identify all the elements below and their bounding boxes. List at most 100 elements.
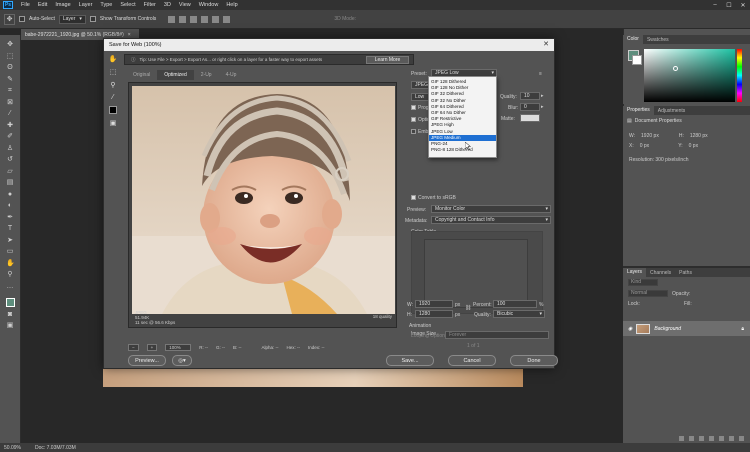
align-top-icon[interactable] <box>201 15 209 23</box>
menu-type[interactable]: Type <box>96 2 116 8</box>
shape-tool-icon[interactable]: ▭ <box>6 248 14 256</box>
menu-view[interactable]: View <box>175 2 195 8</box>
preview-select[interactable]: Monitor Color ▾ <box>431 205 551 213</box>
transform-controls-checkbox[interactable] <box>89 16 96 22</box>
format-select[interactable]: JPEG <box>411 81 429 89</box>
align-middle-icon[interactable] <box>212 15 220 23</box>
quality-level-select[interactable]: Low <box>411 93 429 101</box>
dodge-tool-icon[interactable]: ◐ <box>6 202 14 210</box>
zoom-out-button[interactable]: − <box>128 344 139 351</box>
close-icon[interactable]: ✕ <box>543 40 549 48</box>
tab-optimized[interactable]: Optimized <box>157 70 194 80</box>
move-tool-icon[interactable]: ✥ <box>6 41 14 49</box>
blur-input[interactable]: 0 <box>520 103 540 111</box>
x-value[interactable]: 0 px <box>640 143 649 149</box>
align-right-icon[interactable] <box>190 15 198 23</box>
layer-filter-select[interactable]: Kind <box>628 279 658 286</box>
zoom-tool-icon[interactable]: ⚲ <box>110 81 115 89</box>
eraser-tool-icon[interactable]: ▱ <box>6 168 14 176</box>
move-tool-icon[interactable]: ✥ <box>4 13 15 25</box>
blur-tool-icon[interactable]: ● <box>6 191 14 199</box>
blend-mode-select[interactable]: Normal <box>628 290 668 297</box>
menu-image[interactable]: Image <box>51 2 74 8</box>
tab-original[interactable]: Original <box>126 70 157 80</box>
screen-mode-icon[interactable]: ▣ <box>6 322 14 330</box>
stamp-tool-icon[interactable]: ♙ <box>6 145 14 153</box>
eyedropper-tool-icon[interactable]: ⁄ <box>112 94 113 101</box>
foreground-color-swatch[interactable] <box>5 298 15 307</box>
menu-file[interactable]: File <box>17 2 34 8</box>
layer-row-background[interactable]: ◉ Background 🔒︎ <box>623 321 750 336</box>
eye-icon[interactable]: ◉ <box>628 326 632 332</box>
tab-4up[interactable]: 4-Up <box>219 70 244 80</box>
chain-link-icon[interactable]: ⛓ <box>465 305 471 311</box>
tab-properties[interactable]: Properties <box>623 106 654 115</box>
matte-color-select[interactable] <box>520 114 540 122</box>
w-value[interactable]: 1920 px <box>641 133 659 139</box>
hue-slider[interactable] <box>737 49 742 102</box>
isize-quality-select[interactable]: Bicubic ▾ <box>493 310 545 318</box>
menu-edit[interactable]: Edit <box>34 2 51 8</box>
hand-tool-icon[interactable]: ✋ <box>109 55 118 63</box>
looping-select[interactable]: Forever <box>445 331 549 339</box>
brush-tool-icon[interactable]: ✐ <box>6 133 14 141</box>
maximize-button[interactable]: ☐ <box>722 0 736 10</box>
isize-w-input[interactable]: 1920 <box>415 300 453 308</box>
align-bottom-icon[interactable] <box>223 15 231 23</box>
align-center-icon[interactable] <box>179 15 187 23</box>
preview-button[interactable]: Preview... <box>128 355 166 366</box>
frame-tool-icon[interactable]: ⊠ <box>6 99 14 107</box>
folder-icon[interactable] <box>719 436 724 441</box>
align-left-icon[interactable] <box>168 15 176 23</box>
color-picker-field[interactable] <box>644 49 735 102</box>
tab-paths[interactable]: Paths <box>675 270 696 276</box>
menu-icon[interactable]: ≡ <box>539 71 542 77</box>
zoom-level[interactable]: 50.09% <box>4 445 21 451</box>
quality-input[interactable]: 10 <box>520 92 540 100</box>
zoom-in-button[interactable]: + <box>146 344 158 351</box>
type-tool-icon[interactable]: T <box>6 225 14 233</box>
gradient-tool-icon[interactable]: ▤ <box>6 179 14 187</box>
slice-select-tool-icon[interactable]: ⬚ <box>110 68 117 76</box>
preset-dropdown-list[interactable]: GIF 128 Dithered GIF 128 No Dither GIF 3… <box>428 76 497 158</box>
h-value[interactable]: 1280 px <box>690 133 708 139</box>
browser-select[interactable]: ◎▾ <box>172 355 192 366</box>
tab-color[interactable]: Color <box>623 35 643 44</box>
new-layer-icon[interactable] <box>729 436 734 441</box>
eyedropper-color-swatch[interactable] <box>109 106 117 114</box>
fx-icon[interactable] <box>689 436 694 441</box>
y-value[interactable]: 0 px <box>689 143 698 149</box>
menu-layer[interactable]: Layer <box>75 2 97 8</box>
adjustment-icon[interactable] <box>709 436 714 441</box>
quick-select-tool-icon[interactable]: ✎ <box>6 76 14 84</box>
metadata-select[interactable]: Copyright and Contact Info ▾ <box>431 216 551 224</box>
more-tools-icon[interactable]: … <box>6 283 14 291</box>
background-swatch[interactable] <box>632 55 642 65</box>
toggle-slices-icon[interactable]: ▣ <box>110 119 117 127</box>
trash-icon[interactable] <box>739 436 744 441</box>
crop-tool-icon[interactable]: ⌗ <box>6 87 14 95</box>
pen-tool-icon[interactable]: ✒ <box>6 214 14 222</box>
menu-window[interactable]: Window <box>195 2 223 8</box>
eyedropper-tool-icon[interactable]: ⁄ <box>6 110 14 118</box>
menu-select[interactable]: Select <box>116 2 139 8</box>
lasso-tool-icon[interactable]: ʘ <box>6 64 14 72</box>
isize-h-input[interactable]: 1280 <box>415 310 453 318</box>
quality-stepper-icon[interactable]: ▸ <box>541 93 544 99</box>
menu-help[interactable]: Help <box>222 2 241 8</box>
quick-mask-icon[interactable]: ◙ <box>6 311 14 319</box>
link-icon[interactable] <box>679 436 684 441</box>
close-window-button[interactable]: ✕ <box>736 0 750 10</box>
zoom-select[interactable]: 100% <box>165 344 192 351</box>
preset-option[interactable]: PNG-8 128 Dithered <box>429 147 496 153</box>
optimized-preview-pane[interactable]: JPEG 51.94K 11 sec @ 56.6 Kbps 18 qualit… <box>128 82 397 328</box>
tab-swatches[interactable]: Swatches <box>643 37 673 43</box>
healing-tool-icon[interactable]: ✚ <box>6 122 14 130</box>
auto-select-checkbox[interactable] <box>19 16 25 22</box>
history-brush-tool-icon[interactable]: ↺ <box>6 156 14 164</box>
close-tab-icon[interactable]: × <box>128 32 131 38</box>
tab-channels[interactable]: Channels <box>646 270 675 276</box>
percent-input[interactable]: 100 <box>493 300 537 308</box>
mask-icon[interactable] <box>699 436 704 441</box>
menu-3d[interactable]: 3D <box>160 2 175 8</box>
